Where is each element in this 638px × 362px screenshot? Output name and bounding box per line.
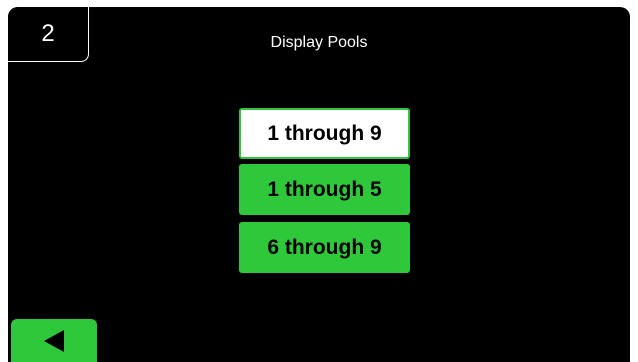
back-button[interactable]	[11, 319, 97, 362]
screen: 2 Display Pools 1 through 9 1 through 5 …	[8, 7, 630, 362]
back-arrow-icon	[44, 329, 64, 352]
option-1-through-5[interactable]: 1 through 5	[239, 164, 410, 215]
option-label: 1 through 9	[267, 121, 382, 145]
option-label: 6 through 9	[267, 235, 382, 259]
page-title: Display Pools	[270, 34, 368, 51]
option-1-through-9[interactable]: 1 through 9	[239, 108, 410, 159]
option-label: 1 through 5	[267, 177, 382, 201]
option-6-through-9[interactable]: 6 through 9	[239, 222, 410, 273]
